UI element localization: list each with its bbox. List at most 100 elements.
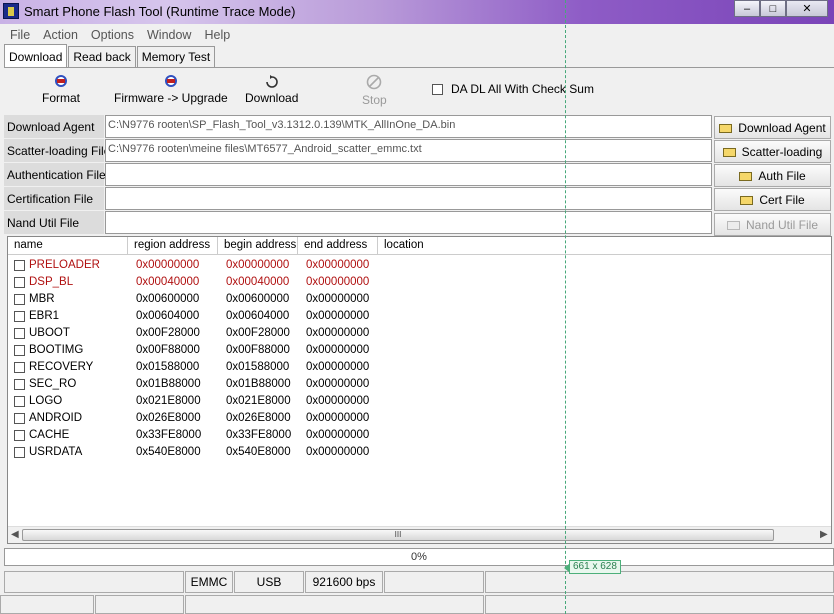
scatter-label: Scatter-loading File: [4, 139, 110, 162]
region-address: 0x00600000: [136, 293, 200, 305]
download-button[interactable]: Download: [245, 74, 298, 105]
column-header-end[interactable]: end address: [298, 237, 378, 255]
cert-row: Certification File: [4, 187, 712, 210]
minimize-button[interactable]: –: [734, 0, 760, 17]
download-agent-field[interactable]: C:\N9776 rooten\SP_Flash_Tool_v3.1312.0.…: [105, 115, 712, 138]
stop-button[interactable]: Stop: [362, 74, 387, 107]
row-checkbox[interactable]: [14, 311, 25, 322]
region-address: 0x01B88000: [136, 378, 201, 390]
table-row[interactable]: EBR1 0x00604000 0x00604000 0x00000000: [8, 308, 831, 325]
tab-download[interactable]: Download: [4, 44, 68, 67]
begin-address: 0x00600000: [226, 293, 290, 305]
table-row[interactable]: USRDATA 0x540E8000 0x540E8000 0x00000000: [8, 444, 831, 461]
horizontal-scrollbar[interactable]: ◀ III ▶: [8, 526, 831, 543]
table-row[interactable]: RECOVERY 0x01588000 0x01588000 0x00000000: [8, 359, 831, 376]
row-checkbox[interactable]: [14, 430, 25, 441]
auth-label: Authentication File: [4, 163, 106, 186]
scatter-loading-button[interactable]: Scatter-loading: [714, 140, 831, 163]
row-checkbox[interactable]: [14, 328, 25, 339]
region-address: 0x00F88000: [136, 344, 200, 356]
partition-name: UBOOT: [29, 327, 70, 339]
table-row[interactable]: ANDROID 0x026E8000 0x026E8000 0x00000000: [8, 410, 831, 427]
nand-row: Nand Util File: [4, 211, 712, 234]
tab-memory-test[interactable]: Memory Test: [136, 46, 216, 67]
end-address: 0x00000000: [306, 310, 370, 322]
scroll-left-icon[interactable]: ◀: [11, 529, 19, 540]
folder-icon: [719, 124, 733, 133]
end-address: 0x00000000: [306, 361, 370, 373]
menu-action[interactable]: Action: [37, 25, 85, 45]
scatter-row: Scatter-loading File C:\N9776 rooten\mei…: [4, 139, 712, 162]
table-row[interactable]: MBR 0x00600000 0x00600000 0x00000000: [8, 291, 831, 308]
begin-address: 0x00F28000: [226, 327, 290, 339]
scatter-field[interactable]: C:\N9776 rooten\meine files\MT6577_Andro…: [105, 139, 712, 162]
firmware-upgrade-button[interactable]: Firmware -> Upgrade: [114, 74, 228, 105]
row-checkbox[interactable]: [14, 362, 25, 373]
table-row[interactable]: CACHE 0x33FE8000 0x33FE8000 0x00000000: [8, 427, 831, 444]
folder-icon: [722, 148, 736, 157]
table-row[interactable]: UBOOT 0x00F28000 0x00F28000 0x00000000: [8, 325, 831, 342]
nand-util-button[interactable]: Nand Util File: [714, 213, 831, 236]
format-icon: [55, 75, 67, 87]
column-header-region[interactable]: region address: [128, 237, 218, 255]
app-icon: [3, 3, 19, 19]
status-cell-empty: [485, 595, 834, 614]
maximize-button[interactable]: □: [760, 0, 786, 17]
da-checksum-checkbox[interactable]: [432, 83, 443, 95]
auth-field[interactable]: [105, 163, 712, 186]
auth-row: Authentication File: [4, 163, 712, 186]
menu-options[interactable]: Options: [85, 25, 141, 45]
nand-label: Nand Util File: [4, 211, 104, 234]
cert-field[interactable]: [105, 187, 712, 210]
folder-icon: [739, 172, 753, 181]
download-label: Download: [245, 91, 299, 105]
window-title: Smart Phone Flash Tool (Runtime Trace Mo…: [24, 4, 296, 19]
row-checkbox[interactable]: [14, 294, 25, 305]
scroll-right-icon[interactable]: ▶: [820, 529, 828, 540]
da-checksum-option[interactable]: DA DL All With Check Sum: [432, 82, 594, 96]
partition-name: RECOVERY: [29, 361, 94, 373]
status-storage: EMMC: [185, 571, 233, 593]
toolbar: Format Firmware -> Upgrade Download Stop…: [4, 68, 834, 112]
column-header-location[interactable]: location: [378, 237, 831, 255]
table-row[interactable]: LOGO 0x021E8000 0x021E8000 0x00000000: [8, 393, 831, 410]
download-agent-row: Download Agent C:\N9776 rooten\SP_Flash_…: [4, 115, 712, 138]
row-checkbox[interactable]: [14, 379, 25, 390]
row-checkbox[interactable]: [14, 447, 25, 458]
begin-address: 0x33FE8000: [226, 429, 292, 441]
partition-name: DSP_BL: [29, 276, 74, 288]
table-row[interactable]: BOOTIMG 0x00F88000 0x00F88000 0x00000000: [8, 342, 831, 359]
menu-help[interactable]: Help: [198, 25, 237, 45]
menu-file[interactable]: File: [4, 25, 37, 45]
download-agent-button[interactable]: Download Agent: [714, 116, 831, 139]
column-header-begin[interactable]: begin address: [218, 237, 298, 255]
firmware-upgrade-icon: [164, 75, 177, 87]
table-row[interactable]: SEC_RO 0x01B88000 0x01B88000 0x00000000: [8, 376, 831, 393]
tab-read-back[interactable]: Read back: [68, 46, 136, 67]
region-address: 0x021E8000: [136, 395, 201, 407]
menu-window[interactable]: Window: [141, 25, 198, 45]
row-checkbox[interactable]: [14, 396, 25, 407]
format-button[interactable]: Format: [42, 74, 80, 105]
firmware-upgrade-label: Firmware -> Upgrade: [114, 91, 228, 105]
table-row[interactable]: DSP_BL 0x00040000 0x00040000 0x00000000: [8, 274, 831, 291]
close-button[interactable]: ✕: [786, 0, 828, 17]
column-header-name[interactable]: name: [8, 237, 128, 255]
da-checksum-label: DA DL All With Check Sum: [451, 82, 594, 96]
cert-file-button[interactable]: Cert File: [714, 188, 831, 211]
nand-field[interactable]: [105, 211, 712, 234]
row-checkbox[interactable]: [14, 345, 25, 356]
scroll-thumb[interactable]: III: [22, 529, 774, 541]
row-checkbox[interactable]: [14, 260, 25, 271]
begin-address: 0x026E8000: [226, 412, 291, 424]
title-bar: Smart Phone Flash Tool (Runtime Trace Mo…: [0, 0, 834, 24]
end-address: 0x00000000: [306, 429, 370, 441]
auth-file-button[interactable]: Auth File: [714, 164, 831, 187]
download-agent-label: Download Agent: [4, 115, 104, 138]
row-checkbox[interactable]: [14, 413, 25, 424]
table-row[interactable]: PRELOADER 0x00000000 0x00000000 0x00000000: [8, 257, 831, 274]
row-checkbox[interactable]: [14, 277, 25, 288]
status-cell-empty: [485, 571, 834, 593]
download-agent-button-label: Download Agent: [738, 121, 826, 135]
partition-name: USRDATA: [29, 446, 83, 458]
